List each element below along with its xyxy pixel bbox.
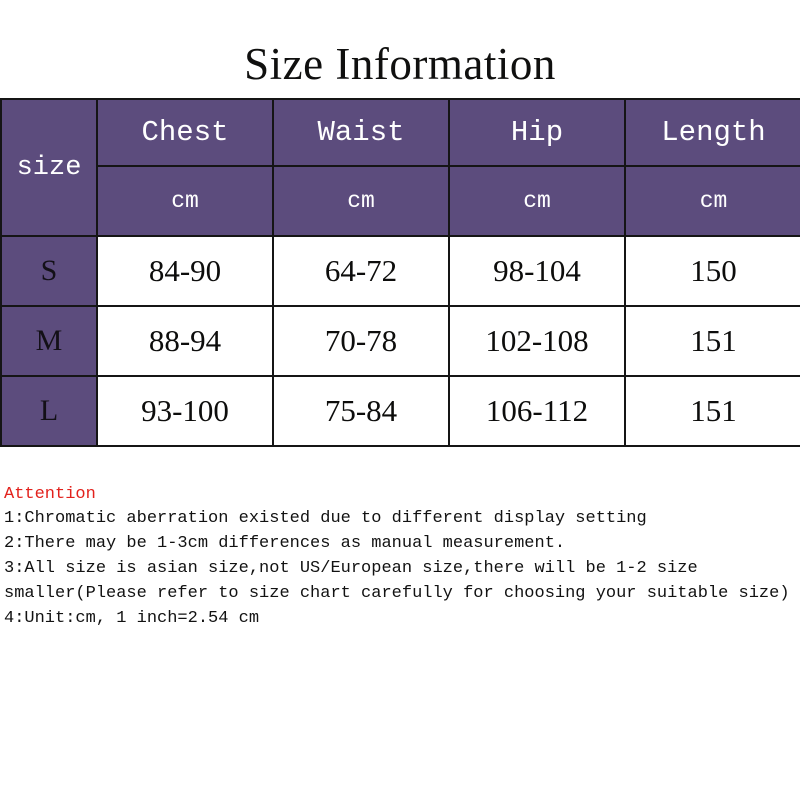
header-cell-hip: Hip xyxy=(448,98,626,167)
value-l-length: 151 xyxy=(624,375,800,447)
header-unit-chest: cm xyxy=(96,165,274,237)
header-cell-chest: Chest xyxy=(96,98,274,167)
list-item: 1:Chromatic aberration existed due to di… xyxy=(4,509,647,528)
table-header-row-measurements: size Chest Waist Hip Length xyxy=(0,98,800,237)
size-information-table: size Chest Waist Hip Length cm cm cm cm … xyxy=(0,98,800,447)
list-item: 4:Unit:cm, 1 inch=2.54 cm xyxy=(4,609,260,628)
size-label-s: S xyxy=(0,235,98,307)
header-cell-length: Length xyxy=(624,98,800,167)
table-row: L 93-100 75-84 106-112 151 xyxy=(0,375,800,447)
value-s-hip: 98-104 xyxy=(448,235,626,307)
value-l-hip: 106-112 xyxy=(448,375,626,447)
value-m-chest: 88-94 xyxy=(96,305,274,377)
value-m-hip: 102-108 xyxy=(448,305,626,377)
size-chart-page: Size Information size Chest Waist Hip Le… xyxy=(0,0,800,800)
header-cell-waist: Waist xyxy=(272,98,450,167)
value-m-waist: 70-78 xyxy=(272,305,450,377)
header-unit-hip: cm xyxy=(448,165,626,237)
size-label-l: L xyxy=(0,375,98,447)
value-l-chest: 93-100 xyxy=(96,375,274,447)
table-header-row-units: cm cm cm cm xyxy=(1,165,800,237)
value-l-waist: 75-84 xyxy=(272,375,450,447)
header-unit-waist: cm xyxy=(272,165,450,237)
attention-note-list: 1:Chromatic aberration existed due to di… xyxy=(4,506,790,631)
attention-heading: Attention xyxy=(4,485,96,504)
list-item: 2:There may be 1-3cm differences as manu… xyxy=(4,534,566,553)
value-s-length: 150 xyxy=(624,235,800,307)
list-item: 3:All size is asian size,not US/European… xyxy=(4,559,790,603)
attention-block: Attention 1:Chromatic aberration existed… xyxy=(4,484,790,631)
size-label-m: M xyxy=(0,305,98,377)
header-unit-length: cm xyxy=(624,165,800,237)
value-m-length: 151 xyxy=(624,305,800,377)
table-row: M 88-94 70-78 102-108 151 xyxy=(0,305,800,377)
value-s-waist: 64-72 xyxy=(272,235,450,307)
header-cell-size: size xyxy=(0,98,98,237)
table-row: S 84-90 64-72 98-104 150 xyxy=(0,235,800,307)
page-title: Size Information xyxy=(244,39,556,89)
value-s-chest: 84-90 xyxy=(96,235,274,307)
